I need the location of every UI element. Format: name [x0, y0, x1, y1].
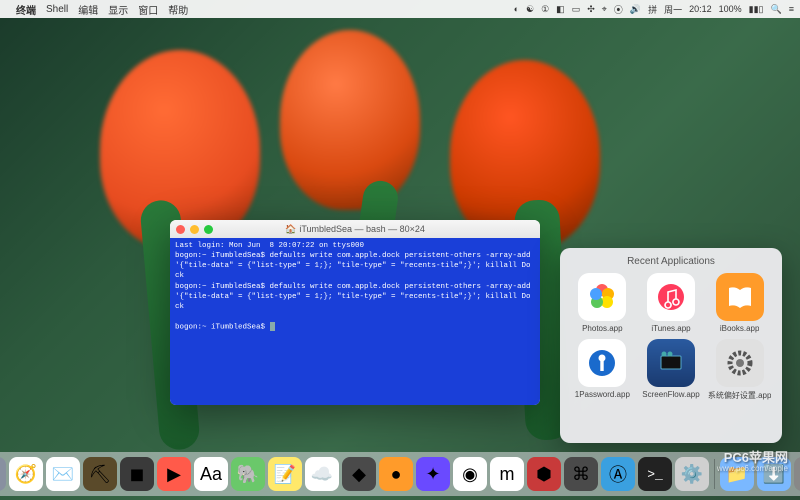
status-icon[interactable]: ◧	[556, 4, 565, 15]
status-icon[interactable]: ①	[541, 4, 549, 15]
display-icon[interactable]: ▭	[572, 4, 581, 15]
ibooks-icon	[716, 273, 764, 321]
wifi-icon[interactable]: ⦿	[614, 3, 623, 16]
app-menu[interactable]: 终端	[16, 2, 36, 17]
menubar: 终端 Shell 编辑 显示 窗口 帮助 ◐ ☯ ① ◧ ▭ ✣ ⌖ ⦿ 🔊 拼…	[0, 0, 800, 18]
recent-apps-popover: Recent Applications Photos.app iTunes.ap…	[560, 248, 782, 443]
menu-window[interactable]: 窗口	[138, 2, 158, 17]
recent-apps-title: Recent Applications	[570, 256, 772, 267]
recent-item-label: 系统偏好设置.app	[708, 390, 772, 401]
recent-item-1password[interactable]: 1Password.app	[570, 339, 635, 401]
terminal-window[interactable]: 🏠 iTumbledSea — bash — 80×24 Last login:…	[170, 220, 540, 405]
home-icon: 🏠	[285, 224, 296, 235]
recent-item-ibooks[interactable]: iBooks.app	[707, 273, 772, 333]
dock-app[interactable]: ◉	[453, 457, 487, 491]
recent-item-label: Photos.app	[582, 324, 622, 333]
dock-app[interactable]: ⬢	[527, 457, 561, 491]
recent-item-screenflow[interactable]: ScreenFlow.app	[639, 339, 704, 401]
menu-help[interactable]: 帮助	[168, 2, 188, 17]
recent-item-label: ScreenFlow.app	[642, 390, 699, 399]
wallpaper-tulip	[280, 30, 420, 210]
dock-app[interactable]: ✦	[416, 457, 450, 491]
dock-app[interactable]: ☁️	[305, 457, 339, 491]
terminal-line: bogon:~ iTumbledSea$ defaults write com.…	[175, 252, 535, 280]
dock-app[interactable]: ⌘	[564, 457, 598, 491]
terminal-cursor	[270, 322, 275, 331]
terminal-prompt: bogon:~ iTumbledSea$	[175, 323, 270, 331]
watermark-text: PC6苹果网	[717, 451, 788, 465]
dock: 😊 🚀 🧭 ✉️ ⛏ ◼︎ ▶ Aa 🐘 📝 ☁️ ◆ ● ✦ ◉ m ⬢ ⌘ …	[0, 452, 800, 496]
recent-item-itunes[interactable]: iTunes.app	[639, 273, 704, 333]
onepassword-icon	[578, 339, 626, 387]
bluetooth-icon[interactable]: ⌖	[602, 4, 607, 15]
battery-icon[interactable]: ▮▮▯	[749, 4, 764, 15]
clock-day[interactable]: 周一	[664, 3, 682, 16]
menu-shell[interactable]: Shell	[46, 4, 68, 15]
terminal-content[interactable]: Last login: Mon Jun 8 20:07:22 on ttys00…	[170, 238, 540, 405]
dock-recent-stack[interactable]: ▦	[794, 457, 800, 491]
dock-app[interactable]: Aa	[194, 457, 228, 491]
timemachine-icon[interactable]: ✣	[587, 4, 595, 15]
status-icon[interactable]: ☯	[526, 4, 534, 15]
terminal-line: bogon:~ iTumbledSea$ defaults write com.…	[175, 283, 535, 311]
status-icon[interactable]: ◐	[514, 4, 519, 14]
notification-center-icon[interactable]: ≡	[789, 4, 794, 14]
photos-icon	[578, 273, 626, 321]
recent-item-label: 1Password.app	[575, 390, 630, 399]
screenflow-icon	[647, 339, 695, 387]
dock-app[interactable]: ◆	[342, 457, 376, 491]
dock-app[interactable]: ◼︎	[120, 457, 154, 491]
settings-icon	[716, 339, 764, 387]
dock-launchpad[interactable]: 🚀	[0, 457, 6, 491]
zoom-button[interactable]	[204, 225, 213, 234]
menu-edit[interactable]: 编辑	[78, 2, 98, 17]
watermark: PC6苹果网 www.pc6.com/apple	[717, 451, 788, 474]
dock-app[interactable]: ▶	[157, 457, 191, 491]
input-icon[interactable]: 拼	[648, 3, 657, 16]
window-title: iTumbledSea — bash — 80×24	[299, 224, 425, 234]
dock-safari[interactable]: 🧭	[9, 457, 43, 491]
battery-percent[interactable]: 100%	[719, 4, 742, 14]
minimize-button[interactable]	[190, 225, 199, 234]
spotlight-icon[interactable]: 🔍	[771, 4, 782, 15]
terminal-line: Last login: Mon Jun 8 20:07:22 on ttys00…	[175, 242, 364, 250]
menu-view[interactable]: 显示	[108, 2, 128, 17]
dock-mail[interactable]: ✉️	[46, 457, 80, 491]
recent-item-label: iBooks.app	[720, 324, 760, 333]
dock-separator	[714, 459, 715, 489]
dock-terminal[interactable]: >_	[638, 457, 672, 491]
dock-app[interactable]: m	[490, 457, 524, 491]
window-titlebar[interactable]: 🏠 iTumbledSea — bash — 80×24	[170, 220, 540, 238]
dock-evernote[interactable]: 🐘	[231, 457, 265, 491]
dock-app[interactable]: ⛏	[83, 457, 117, 491]
dock-settings[interactable]: ⚙️	[675, 457, 709, 491]
recent-item-photos[interactable]: Photos.app	[570, 273, 635, 333]
dock-app[interactable]: ●	[379, 457, 413, 491]
recent-item-system-preferences[interactable]: 系统偏好设置.app	[707, 339, 772, 401]
clock-time[interactable]: 20:12	[689, 4, 712, 14]
recent-item-label: iTunes.app	[651, 324, 690, 333]
watermark-url: www.pc6.com/apple	[717, 465, 788, 474]
dock-notes[interactable]: 📝	[268, 457, 302, 491]
itunes-icon	[647, 273, 695, 321]
close-button[interactable]	[176, 225, 185, 234]
volume-icon[interactable]: 🔊	[630, 4, 641, 15]
dock-appstore[interactable]: Ⓐ	[601, 457, 635, 491]
